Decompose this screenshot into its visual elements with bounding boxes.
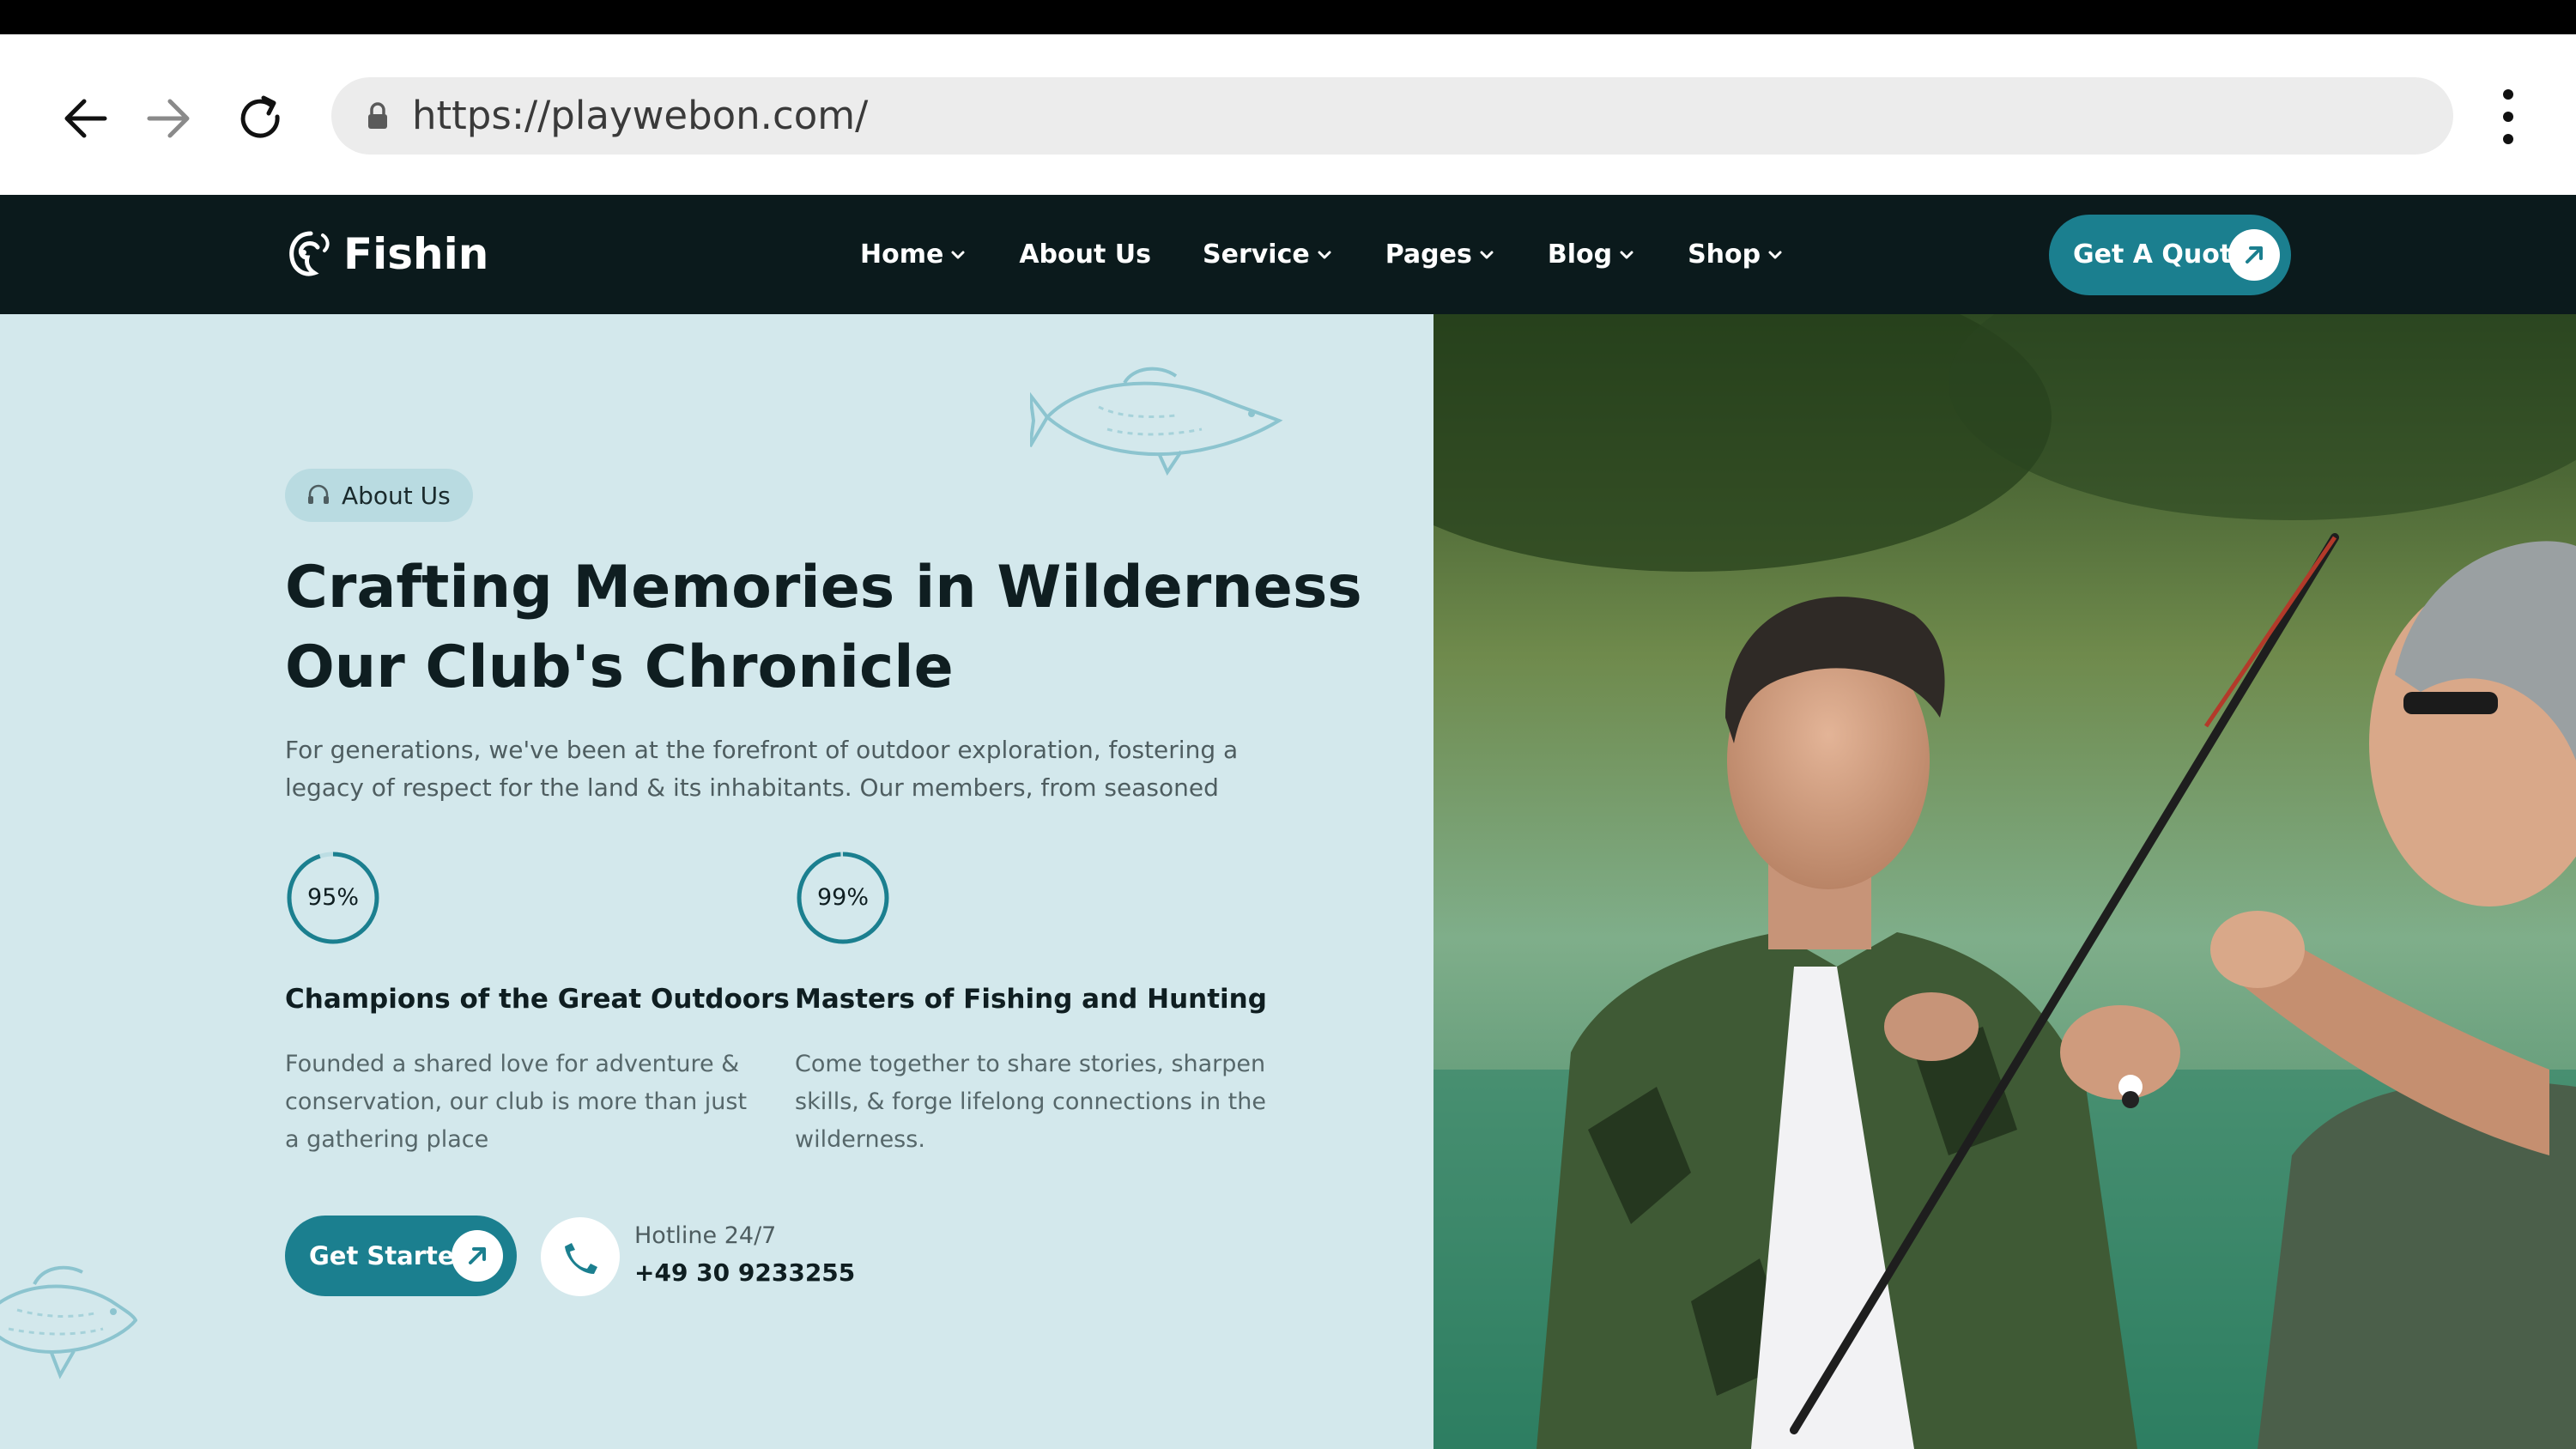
device-status-bar <box>0 0 2576 34</box>
hero-photo <box>1433 314 2576 1449</box>
url-text[interactable]: https://playwebon.com/ <box>412 77 868 155</box>
page-title-line: Our Club's Chronicle <box>285 634 954 701</box>
headset-icon <box>306 482 331 508</box>
progress-ring: 95% <box>285 850 381 946</box>
address-bar[interactable]: https://playwebon.com/ <box>331 77 2453 155</box>
get-started-label: Get Started <box>309 1241 473 1270</box>
stat-description: Founded a shared love for adventure & co… <box>285 1051 748 1153</box>
nav-item-label: About Us <box>1019 239 1151 270</box>
hotline-label: Hotline 24/7 <box>634 1222 777 1249</box>
section-badge-label: About Us <box>342 481 451 510</box>
stat-title: Masters of Fishing and Hunting <box>795 984 1267 1015</box>
stat-description: Come together to share stories, sharpen … <box>795 1051 1266 1153</box>
main-navigation: Home About Us Service Pages Blog Shop <box>860 195 1836 314</box>
browser-toolbar: https://playwebon.com/ <box>0 34 2576 197</box>
arrow-up-right-icon <box>2228 229 2280 281</box>
site-logo[interactable]: Fishin <box>285 227 488 281</box>
progress-value: 95% <box>306 884 359 911</box>
fish-hook-logo-icon <box>285 228 335 280</box>
site-header: Fishin Home About Us Service Pages Blog … <box>0 195 2576 314</box>
fish-illustration-icon <box>1030 364 1288 476</box>
arrow-up-right-icon <box>452 1230 503 1282</box>
nav-item-label: Service <box>1203 239 1310 270</box>
section-description: For generations, we've been at the foref… <box>285 736 1239 802</box>
get-a-quote-button[interactable]: Get A Quote <box>2049 215 2291 295</box>
get-a-quote-label: Get A Quote <box>2073 239 2250 270</box>
progress-ring: 99% <box>795 850 891 946</box>
fish-illustration-icon <box>0 1250 137 1387</box>
nav-item-blog[interactable]: Blog <box>1548 239 1636 270</box>
lock-icon <box>362 100 393 131</box>
back-arrow-icon[interactable] <box>55 88 117 149</box>
page-title-line: Crafting Memories in Wilderness <box>285 554 1362 621</box>
chevron-down-icon <box>1477 246 1496 264</box>
page-title: Crafting Memories in Wilderness Our Club… <box>285 548 1401 707</box>
progress-value: 99% <box>816 884 869 911</box>
forward-arrow-icon[interactable] <box>137 88 199 149</box>
nav-item-label: Pages <box>1385 239 1472 270</box>
chevron-down-icon <box>1315 246 1334 264</box>
stat-title: Champions of the Great Outdoors <box>285 984 790 1015</box>
chevron-down-icon <box>949 246 967 264</box>
hotline-number[interactable]: +49 30 9233255 <box>634 1258 855 1287</box>
section-badge: About Us <box>285 469 473 522</box>
nav-item-home[interactable]: Home <box>860 239 967 270</box>
nav-item-shop[interactable]: Shop <box>1688 239 1785 270</box>
nav-item-about-us[interactable]: About Us <box>1019 239 1151 270</box>
nav-item-service[interactable]: Service <box>1203 239 1334 270</box>
nav-item-label: Shop <box>1688 239 1761 270</box>
logo-text: Fishin <box>343 229 489 279</box>
nav-item-label: Blog <box>1547 239 1613 270</box>
more-vert-icon[interactable] <box>2488 82 2529 151</box>
phone-icon[interactable] <box>541 1217 620 1296</box>
get-started-button[interactable]: Get Started <box>285 1216 517 1296</box>
stat-card: 99% Masters of Fishing and Hunting Come … <box>795 850 1276 1159</box>
nav-item-label: Home <box>860 239 944 270</box>
reload-icon[interactable] <box>229 88 291 149</box>
about-section: About Us Crafting Memories in Wilderness… <box>0 314 1433 1449</box>
nav-item-pages[interactable]: Pages <box>1385 239 1496 270</box>
chevron-down-icon <box>1617 246 1636 264</box>
chevron-down-icon <box>1766 246 1785 264</box>
stat-card: 95% Champions of the Great Outdoors Foun… <box>285 850 790 1159</box>
